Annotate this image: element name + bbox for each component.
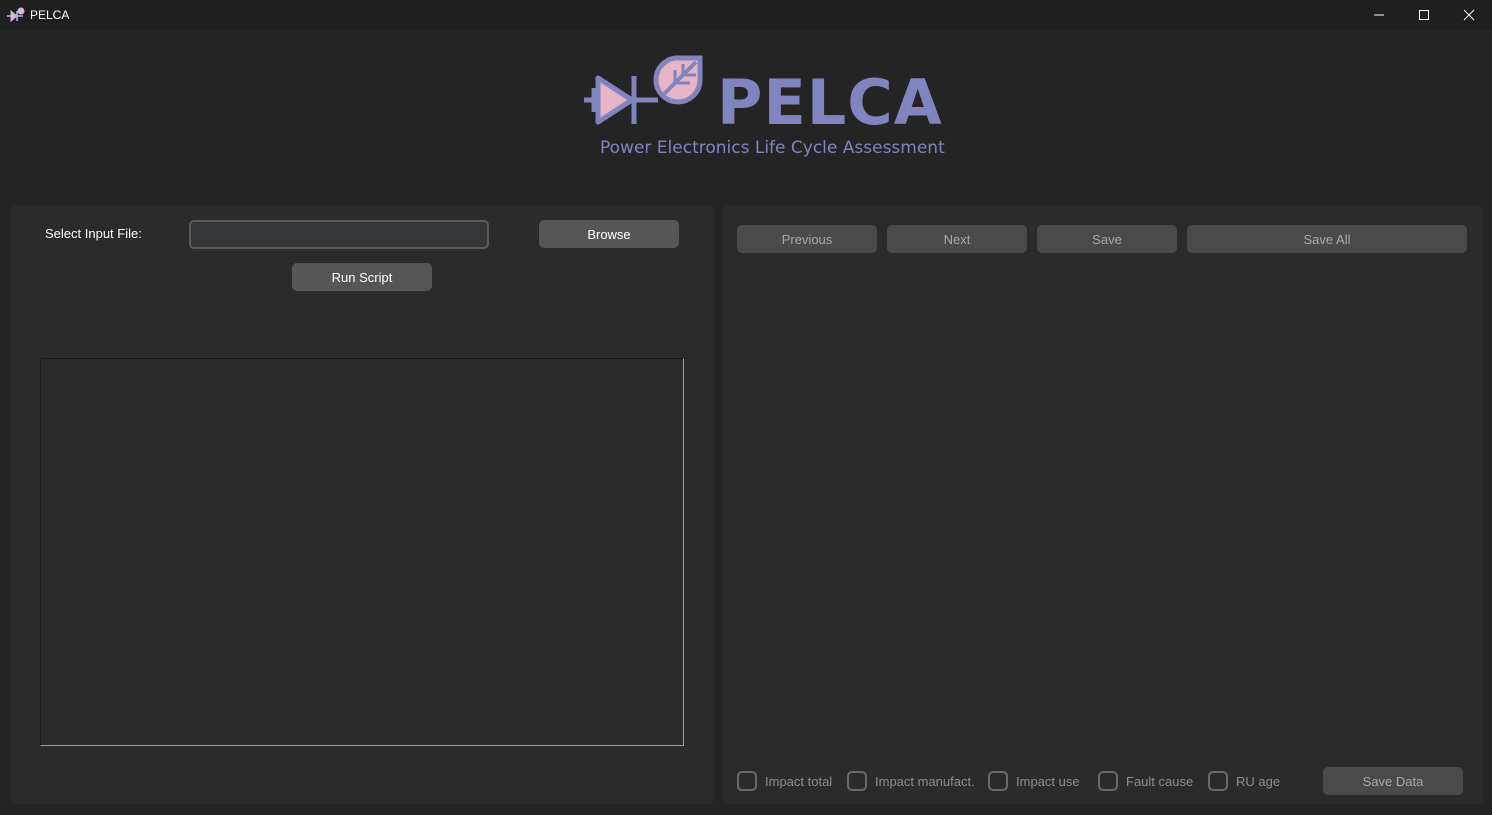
close-button[interactable] — [1446, 0, 1492, 30]
checkbox-label: Impact total — [765, 773, 833, 789]
select-input-file-label: Select Input File: — [45, 226, 142, 241]
checkbox-label: RU age — [1236, 773, 1281, 789]
impact-total-checkbox[interactable]: Impact total — [737, 768, 832, 794]
maximize-icon — [1419, 10, 1429, 20]
app-window: PELCA PELCA Power Electronics Life Cycle… — [0, 0, 1492, 815]
minimize-button[interactable] — [1356, 0, 1402, 30]
checkbox-box[interactable] — [1098, 771, 1118, 791]
checkbox-box[interactable] — [1208, 771, 1228, 791]
checkbox-label: Impact manufact. — [875, 773, 975, 789]
results-panel: Previous Next Save Save All Impact total… — [722, 205, 1483, 804]
input-file-field[interactable] — [189, 220, 489, 249]
logo-subtitle: Power Electronics Life Cycle Assessment — [600, 138, 945, 158]
checkbox-box[interactable] — [737, 771, 757, 791]
save-button[interactable]: Save — [1037, 225, 1177, 253]
close-icon — [1463, 9, 1475, 21]
impact-manufact-checkbox[interactable]: Impact manufact. — [847, 768, 975, 794]
pelca-logo-icon — [7, 7, 25, 23]
fault-cause-checkbox[interactable]: Fault cause — [1098, 768, 1193, 794]
input-panel: Select Input File: Browse Run Script — [10, 205, 714, 804]
logo-wordmark: PELCA — [717, 66, 943, 139]
diode-leaf-logo-icon — [584, 55, 703, 125]
title-bar: PELCA — [0, 0, 1492, 30]
checkbox-label: Fault cause — [1126, 773, 1194, 789]
next-button[interactable]: Next — [887, 225, 1027, 253]
checkbox-label: Impact use — [1016, 773, 1080, 789]
browse-button[interactable]: Browse — [539, 220, 679, 248]
checkbox-box[interactable] — [847, 771, 867, 791]
save-all-button[interactable]: Save All — [1187, 225, 1467, 253]
pelca-logo: PELCA Power Electronics Life Cycle Asses… — [580, 52, 945, 162]
checkbox-box[interactable] — [988, 771, 1008, 791]
save-data-button[interactable]: Save Data — [1323, 767, 1463, 795]
ru-age-checkbox[interactable]: RU age — [1208, 768, 1280, 794]
window-title: PELCA — [30, 8, 70, 22]
previous-button[interactable]: Previous — [737, 225, 877, 253]
minimize-icon — [1374, 14, 1384, 16]
maximize-button[interactable] — [1401, 0, 1447, 30]
run-script-button[interactable]: Run Script — [292, 263, 432, 291]
output-textbox[interactable] — [40, 358, 684, 746]
impact-use-checkbox[interactable]: Impact use — [988, 768, 1080, 794]
